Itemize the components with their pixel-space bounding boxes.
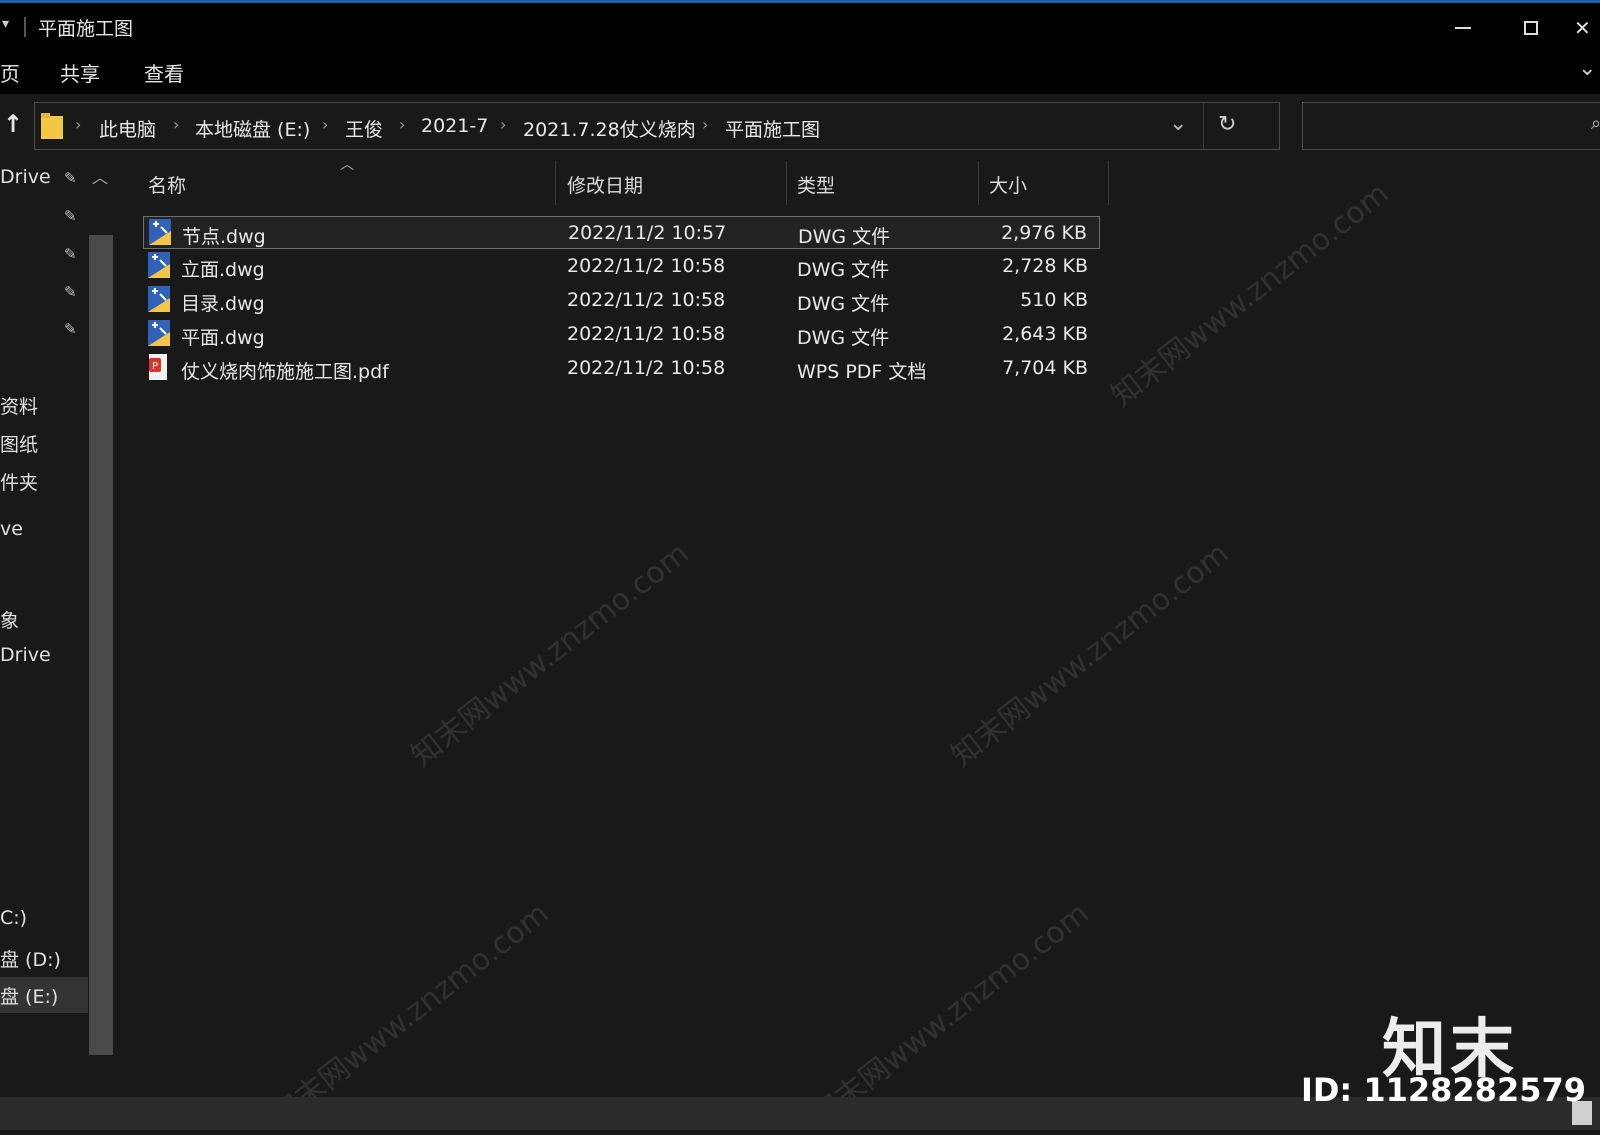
close-button[interactable]: ✕: [1574, 9, 1600, 47]
file-type: WPS PDF 文档: [797, 361, 927, 383]
tab-share[interactable]: 共享: [60, 58, 100, 87]
nav-item-disk-c[interactable]: C:): [0, 907, 27, 929]
title-bar: ▾ 平面施工图 ✕: [0, 0, 1600, 52]
breadcrumb-local-disk-e[interactable]: 本地磁盘 (E:): [195, 115, 310, 142]
refresh-icon[interactable]: ↻: [1218, 112, 1236, 137]
address-history-chevron-icon[interactable]: ⌄: [1169, 111, 1187, 136]
svg-text:P: P: [152, 361, 158, 372]
file-type: DWG 文件: [797, 327, 890, 349]
breadcrumb-this-pc[interactable]: 此电脑: [99, 115, 156, 142]
nav-item-disk-e-selected[interactable]: 盘 (E:): [0, 977, 88, 1013]
file-date: 2022/11/2 10:58: [567, 255, 726, 277]
file-date: 2022/11/2 10:57: [568, 222, 727, 244]
file-size: 7,704 KB: [1002, 357, 1088, 379]
breadcrumb-project[interactable]: 2021.7.28仗义烧肉: [523, 115, 696, 142]
breadcrumb-2021-7[interactable]: 2021-7: [421, 115, 488, 137]
column-header-size[interactable]: 大小: [989, 161, 1027, 215]
nav-item-onedrive[interactable]: Drive: [0, 644, 51, 666]
file-size: 2,643 KB: [1002, 323, 1088, 345]
nav-item-materials[interactable]: 资料: [0, 392, 38, 419]
collapse-quick-access-chevron-icon[interactable]: ︿: [92, 164, 108, 188]
file-name: 仗义烧肉饰施施工图.pdf: [181, 361, 389, 383]
up-arrow-icon[interactable]: ↑: [3, 110, 23, 138]
nav-item-drawings[interactable]: 图纸: [0, 430, 38, 457]
breadcrumb-separator-icon: ›: [322, 115, 329, 134]
file-size: 2,976 KB: [1001, 222, 1087, 244]
column-header-date[interactable]: 修改日期: [567, 161, 643, 215]
expand-ribbon-chevron-icon[interactable]: ⌄: [1578, 56, 1596, 81]
nav-item-disk-d[interactable]: 盘 (D:): [0, 945, 61, 972]
breadcrumb-separator-icon: ›: [500, 115, 507, 134]
watermark-id: ID: 1128282579: [1300, 1071, 1586, 1109]
file-row[interactable]: 立面.dwg 2022/11/2 10:58 DWG 文件 2,728 KB: [143, 250, 1100, 283]
column-divider[interactable]: [786, 161, 787, 205]
file-date: 2022/11/2 10:58: [567, 289, 726, 311]
watermark-text: 知末网www.znzmo.com: [404, 536, 696, 774]
column-header-name[interactable]: 名称: [148, 161, 186, 215]
file-name: 节点.dwg: [182, 226, 266, 248]
search-icon: ⌕: [1591, 113, 1600, 134]
nav-item-drive[interactable]: Drive: [0, 166, 51, 188]
file-name: 平面.dwg: [181, 327, 265, 349]
address-bar[interactable]: › 此电脑 › 本地磁盘 (E:) › 王俊 › 2021-7 › 2021.7…: [34, 102, 1280, 150]
file-name: 目录.dwg: [181, 293, 265, 315]
column-header-type[interactable]: 类型: [797, 161, 835, 215]
tab-home[interactable]: 页: [0, 58, 20, 87]
minimize-icon: [1455, 27, 1471, 29]
file-date: 2022/11/2 10:58: [567, 357, 726, 379]
title-divider: [24, 17, 26, 37]
file-type: DWG 文件: [797, 259, 890, 281]
file-row[interactable]: P 仗义烧肉饰施施工图.pdf 2022/11/2 10:58 WPS PDF …: [143, 352, 1100, 385]
file-row[interactable]: 平面.dwg 2022/11/2 10:58 DWG 文件 2,643 KB: [143, 318, 1100, 351]
breadcrumb-separator-icon: ›: [75, 115, 82, 134]
watermark-text: 知末网www.znzmo.com: [944, 536, 1236, 774]
column-divider[interactable]: [978, 161, 979, 205]
file-type: DWG 文件: [798, 226, 891, 248]
nav-item-disk-e: 盘 (E:): [0, 986, 59, 1008]
close-icon: ✕: [1574, 16, 1591, 40]
pin-icon[interactable]: ✎: [64, 169, 80, 187]
breadcrumb-separator-icon: ›: [173, 115, 180, 134]
file-date: 2022/11/2 10:58: [567, 323, 726, 345]
folder-icon: [41, 113, 63, 139]
pin-icon[interactable]: ✎: [64, 207, 80, 225]
dwg-file-icon: [149, 219, 171, 245]
breadcrumb-separator-icon: ›: [702, 115, 709, 134]
pin-icon[interactable]: ✎: [64, 245, 80, 263]
column-divider[interactable]: [555, 161, 556, 205]
dwg-file-icon: [148, 320, 170, 346]
file-row-selected[interactable]: 节点.dwg 2022/11/2 10:57 DWG 文件 2,976 KB: [143, 216, 1100, 249]
file-size: 2,728 KB: [1002, 255, 1088, 277]
search-box[interactable]: ⌕: [1302, 102, 1600, 150]
watermark-text: 知末网www.znzmo.com: [1104, 176, 1396, 414]
navigation-scrollbar-thumb[interactable]: [89, 235, 113, 1055]
pdf-file-icon: P: [149, 354, 167, 380]
file-name: 立面.dwg: [181, 259, 265, 281]
nav-item-drive-2[interactable]: ve: [0, 518, 23, 540]
sort-ascending-icon: ︿: [340, 157, 354, 173]
maximize-icon: [1524, 21, 1538, 35]
dwg-file-icon: [148, 252, 170, 278]
file-size: 510 KB: [1020, 289, 1088, 311]
breadcrumb-current[interactable]: 平面施工图: [725, 115, 820, 142]
window-title: 平面施工图: [38, 18, 134, 40]
file-type: DWG 文件: [797, 293, 890, 315]
breadcrumb-wangjun[interactable]: 王俊: [345, 115, 383, 142]
minimize-button[interactable]: [1440, 9, 1486, 47]
ribbon: 页 共享 查看 ⌄: [0, 52, 1600, 94]
column-divider[interactable]: [1108, 161, 1109, 205]
quick-access-chevron-icon[interactable]: ▾: [2, 16, 9, 32]
dwg-file-icon: [148, 286, 170, 312]
nav-item-objects[interactable]: 象: [0, 606, 19, 633]
address-divider: [1203, 103, 1204, 149]
pin-icon[interactable]: ✎: [64, 320, 80, 338]
pin-icon[interactable]: ✎: [64, 283, 80, 301]
nav-item-folder[interactable]: 件夹: [0, 468, 38, 495]
file-row[interactable]: 目录.dwg 2022/11/2 10:58 DWG 文件 510 KB: [143, 284, 1100, 317]
maximize-button[interactable]: [1508, 9, 1554, 47]
breadcrumb-separator-icon: ›: [399, 115, 406, 134]
tab-view[interactable]: 查看: [144, 58, 184, 87]
